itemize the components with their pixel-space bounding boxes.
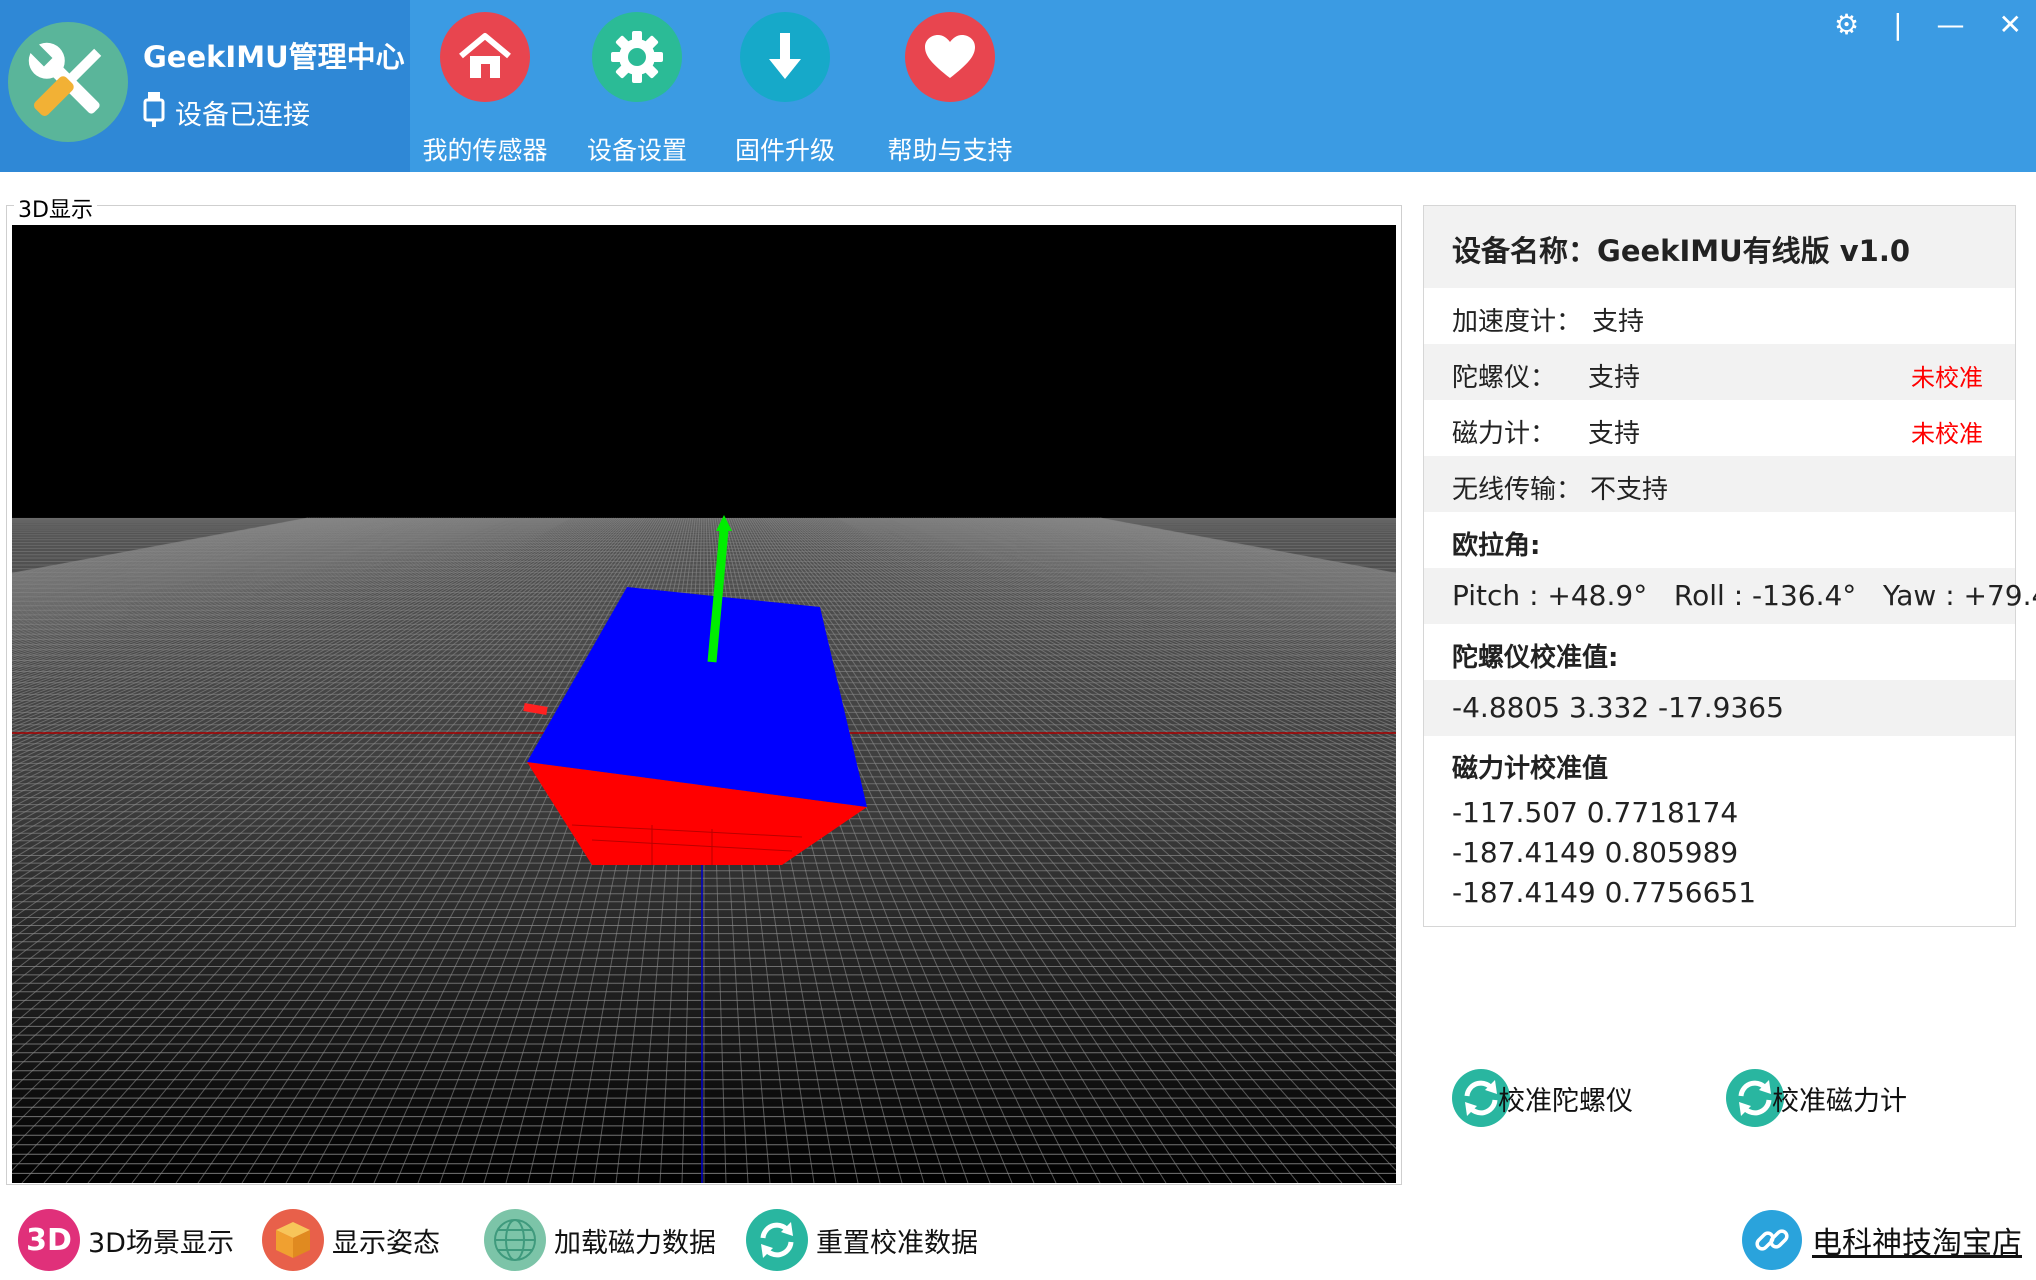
3d-display-group-title: 3D显示 (14, 192, 97, 224)
load-magnetic-data-label: 加载磁力数据 (554, 1227, 716, 1259)
magnetometer-row: 磁力计： 支持 未校准 (1424, 400, 2015, 456)
magnetometer-label: 磁力计： (1452, 419, 1557, 449)
heart-icon (905, 12, 995, 102)
link-chain-icon (1742, 1210, 1802, 1270)
wireless-label: 无线传输： (1452, 475, 1583, 505)
euler-heading-row: 欧拉角: (1424, 512, 2015, 568)
globe-icon (484, 1209, 546, 1271)
3d-scene-display-label: 3D场景显示 (88, 1227, 234, 1259)
calibrate-gyroscope-label: 校准陀螺仪 (1498, 1085, 1633, 1117)
calibrate-gyroscope-button[interactable]: 校准陀螺仪 (1452, 1069, 1633, 1127)
load-magnetic-data-button[interactable]: 加载磁力数据 (484, 1208, 716, 1272)
nav-my-sensor[interactable]: 我的传感器 (420, 0, 550, 172)
refresh-icon (746, 1209, 808, 1271)
tools-logo-icon (8, 22, 128, 142)
nav-label: 帮助与支持 (887, 136, 1013, 165)
mag-cal-values: -117.507 0.7718174 -187.4149 0.805989 -1… (1424, 796, 2015, 920)
control-separator: | (1893, 8, 1903, 41)
device-name: 设备名称：GeekIMU有线版 v1.0 (1452, 234, 1911, 268)
3d-scene-display-button[interactable]: 3D 3D场景显示 (18, 1208, 234, 1272)
nav-label: 固件升级 (734, 136, 835, 165)
euler-values: Pitch : +48.9° Roll : -136.4° Yaw : +79.… (1452, 579, 2036, 612)
wireless-value: 不支持 (1590, 475, 1669, 505)
nav-device-settings[interactable]: 设备设置 (572, 0, 702, 172)
window-controls: ⚙ | — ✕ (1834, 8, 2022, 41)
gyro-cal-heading: 陀螺仪校准值: (1452, 643, 1619, 673)
reset-calibration-button[interactable]: 重置校准数据 (746, 1208, 978, 1272)
3d-icon: 3D (18, 1209, 80, 1271)
usb-plug-icon (143, 90, 165, 135)
settings-gear-icon[interactable]: ⚙ (1834, 8, 1859, 41)
brand-panel: GeekIMU管理中心 设备已连接 (0, 0, 410, 172)
nav-label: 设备设置 (586, 136, 687, 165)
gyro-cal-values-row: -4.8805 3.332 -17.9365 (1424, 680, 2015, 736)
connection-status: 设备已连接 (143, 90, 310, 135)
show-attitude-label: 显示姿态 (332, 1227, 440, 1259)
mag-cal-row: -187.4149 0.805989 (1452, 836, 1739, 869)
nav-label: 我的传感器 (422, 136, 548, 165)
nav-firmware-upgrade[interactable]: 固件升级 (720, 0, 850, 172)
mag-cal-heading-row: 磁力计校准值 (1424, 736, 2015, 792)
app-title: GeekIMU管理中心 (143, 40, 405, 74)
gyro-cal-heading-row: 陀螺仪校准值: (1424, 624, 2015, 680)
gyroscope-label: 陀螺仪： (1452, 363, 1557, 393)
wireless-row: 无线传输： 不支持 (1424, 456, 2015, 512)
device-info-panel: 设备名称：GeekIMU有线版 v1.0 加速度计： 支持 陀螺仪： 支持 未校… (1423, 205, 2036, 927)
reset-calibration-label: 重置校准数据 (816, 1227, 978, 1259)
accelerometer-label: 加速度计： (1452, 307, 1583, 337)
taobao-shop-label: 电科神技淘宝店 (1812, 1226, 2022, 1261)
gyroscope-status: 未校准 (1911, 364, 1983, 392)
magnetometer-value: 支持 (1588, 419, 1641, 449)
calibrate-magnetometer-button[interactable]: 校准磁力计 (1726, 1069, 1907, 1127)
mag-cal-row: -187.4149 0.7756651 (1452, 876, 1757, 909)
top-header: GeekIMU管理中心 设备已连接 我的传感器 设备设置 固件升级 帮助与支持 … (0, 0, 2036, 172)
3d-scene (12, 225, 1396, 1183)
accelerometer-value: 支持 (1592, 307, 1645, 337)
app-window: GeekIMU管理中心 设备已连接 我的传感器 设备设置 固件升级 帮助与支持 … (0, 0, 2036, 1280)
red-axis-arrow (523, 703, 548, 715)
euler-values-row: Pitch : +48.9° Roll : -136.4° Yaw : +79.… (1424, 568, 2036, 624)
gyroscope-row: 陀螺仪： 支持 未校准 (1424, 344, 2015, 400)
mag-cal-row: -117.507 0.7718174 (1452, 796, 1739, 829)
device-name-row: 设备名称：GeekIMU有线版 v1.0 (1424, 206, 2015, 288)
close-icon[interactable]: ✕ (1999, 8, 2022, 41)
calibrate-magnetometer-label: 校准磁力计 (1772, 1085, 1907, 1117)
euler-heading: 欧拉角: (1452, 531, 1541, 561)
download-arrow-icon (740, 12, 830, 102)
cube-box-icon (262, 1209, 324, 1271)
gear-icon (592, 12, 682, 102)
home-icon (440, 12, 530, 102)
magnetometer-status: 未校准 (1911, 420, 1983, 448)
gyro-cal-values: -4.8805 3.332 -17.9365 (1452, 691, 1784, 724)
gyroscope-value: 支持 (1588, 363, 1641, 393)
mag-cal-heading: 磁力计校准值 (1452, 754, 1609, 784)
minimize-icon[interactable]: — (1937, 8, 1965, 41)
connection-status-text: 设备已连接 (175, 100, 310, 131)
3d-viewport[interactable] (12, 225, 1396, 1183)
nav-help-support[interactable]: 帮助与支持 (880, 0, 1020, 172)
sky-background (12, 225, 1396, 518)
accelerometer-row: 加速度计： 支持 (1424, 288, 2015, 344)
taobao-shop-link[interactable]: 电科神技淘宝店 (1742, 1208, 2022, 1272)
show-attitude-button[interactable]: 显示姿态 (262, 1208, 440, 1272)
